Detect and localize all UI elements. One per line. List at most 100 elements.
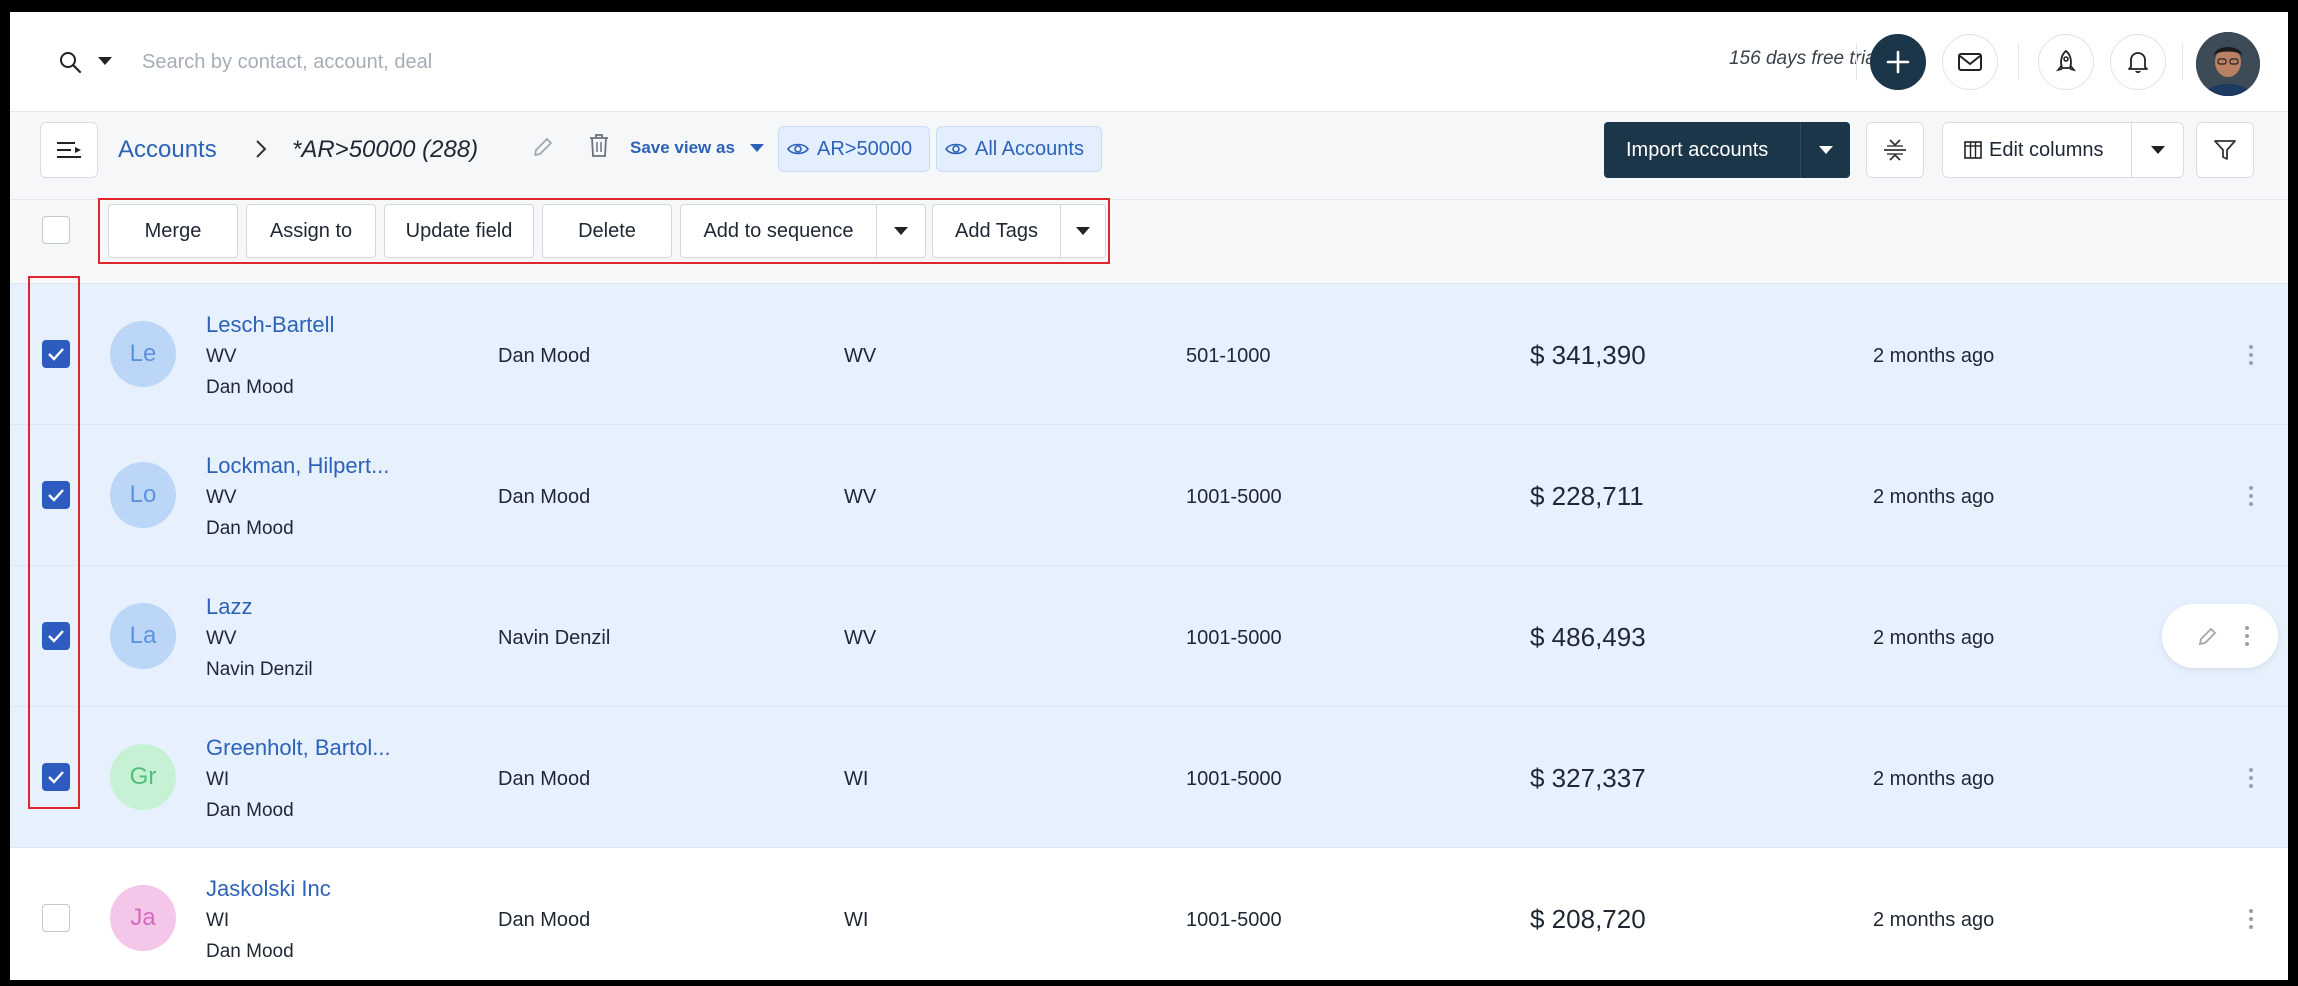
chevron-down-icon[interactable] xyxy=(750,144,764,152)
import-accounts-button[interactable]: Import accounts xyxy=(1604,122,1850,178)
row-density-button[interactable] xyxy=(1866,122,1924,178)
merge-button[interactable]: Merge xyxy=(108,204,238,258)
bell-icon xyxy=(2128,52,2148,74)
account-name-link[interactable]: Lazz xyxy=(206,594,252,620)
columns-icon xyxy=(1964,141,1982,159)
notifications-button[interactable] xyxy=(2110,34,2166,90)
owner-cell: Dan Mood xyxy=(498,486,591,508)
view-title: *AR>50000 (288) xyxy=(292,136,479,163)
company-size-cell: 1001-5000 xyxy=(1186,768,1282,790)
more-options-icon[interactable] xyxy=(2246,342,2256,368)
import-accounts-label: Import accounts xyxy=(1626,138,1769,161)
chevron-down-icon xyxy=(1818,146,1833,154)
save-view-as-button[interactable]: Save view as xyxy=(630,138,735,158)
owner-cell: Dan Mood xyxy=(498,768,591,790)
edit-columns-label: Edit columns xyxy=(1989,138,2104,161)
view-chip-all-accounts[interactable]: All Accounts xyxy=(936,126,1102,172)
select-all-checkbox[interactable] xyxy=(42,216,70,244)
owner-cell: Navin Denzil xyxy=(498,627,611,649)
search-scope-caret-icon[interactable] xyxy=(98,57,112,65)
state-cell: WV xyxy=(844,627,877,649)
state-cell: WV xyxy=(844,486,877,508)
more-options-icon[interactable] xyxy=(2246,765,2256,791)
state-cell: WV xyxy=(844,345,877,367)
view-chip-ar50000[interactable]: AR>50000 xyxy=(778,126,930,172)
view-chip-label: AR>50000 xyxy=(817,137,913,160)
account-state: WI xyxy=(206,910,230,931)
avatar-initials: Gr xyxy=(129,763,157,790)
account-avatar: Le xyxy=(110,321,176,387)
filter-button[interactable] xyxy=(2196,122,2254,178)
account-name-link[interactable]: Jaskolski Inc xyxy=(206,876,331,902)
account-name-link[interactable]: Lesch-Bartell xyxy=(206,312,334,338)
avatar-initials: Le xyxy=(129,340,157,367)
getting-started-button[interactable] xyxy=(2038,34,2094,90)
account-state: WV xyxy=(206,628,237,649)
more-options-icon[interactable] xyxy=(2246,906,2256,932)
edit-columns-dropdown[interactable] xyxy=(2131,123,2183,177)
account-owner-subtext: Dan Mood xyxy=(206,941,294,962)
table-row[interactable]: Gr Greenholt, Bartol... WI Dan Mood Dan … xyxy=(10,707,2288,848)
table-row[interactable]: Lo Lockman, Hilpert... WV Dan Mood Dan M… xyxy=(10,425,2288,566)
add-to-sequence-button[interactable]: Add to sequence xyxy=(680,204,926,258)
owner-cell: Dan Mood xyxy=(498,345,591,367)
toggle-sidebar-button[interactable] xyxy=(40,122,98,178)
last-activity-cell: 2 months ago xyxy=(1873,627,1995,649)
chevron-down-icon xyxy=(1076,227,1090,235)
trash-icon[interactable] xyxy=(586,132,612,160)
eye-icon xyxy=(945,143,967,155)
avatar-initials: Lo xyxy=(129,481,157,508)
eye-icon xyxy=(787,143,809,155)
inbox-button[interactable] xyxy=(1942,34,1998,90)
assign-to-button[interactable]: Assign to xyxy=(246,204,376,258)
account-state: WV xyxy=(206,346,237,367)
account-name-link[interactable]: Lockman, Hilpert... xyxy=(206,453,389,479)
table-row[interactable]: Ja Jaskolski Inc WI Dan Mood Dan Mood WI… xyxy=(10,848,2288,980)
arr-cell: $ 341,390 xyxy=(1530,340,1646,370)
view-chip-label: All Accounts xyxy=(975,137,1084,160)
import-options-dropdown[interactable] xyxy=(1800,122,1850,178)
last-activity-cell: 2 months ago xyxy=(1873,909,1995,931)
chevron-right-icon xyxy=(256,140,267,158)
more-options-icon[interactable] xyxy=(2246,483,2256,509)
company-size-cell: 501-1000 xyxy=(1186,345,1271,367)
add-tags-label: Add Tags xyxy=(933,205,1061,257)
arr-cell: $ 208,720 xyxy=(1530,904,1646,934)
add-to-sequence-dropdown[interactable] xyxy=(877,205,925,257)
last-activity-cell: 2 months ago xyxy=(1873,486,1995,508)
pencil-icon[interactable] xyxy=(530,134,556,160)
trial-status-text: 156 days free trial xyxy=(1728,48,1880,69)
account-avatar: Gr xyxy=(110,744,176,810)
delete-button[interactable]: Delete xyxy=(542,204,672,258)
account-avatar: La xyxy=(110,603,176,669)
add-tags-button[interactable]: Add Tags xyxy=(932,204,1106,258)
divider xyxy=(2182,44,2183,80)
rocket-icon xyxy=(2055,49,2077,72)
more-options-icon[interactable] xyxy=(2242,623,2252,649)
arr-cell: $ 327,337 xyxy=(1530,763,1646,793)
global-search-input[interactable] xyxy=(142,42,842,82)
collapse-rows-icon xyxy=(1884,139,1906,161)
account-owner-subtext: Dan Mood xyxy=(206,518,294,539)
edit-columns-button[interactable]: Edit columns xyxy=(1942,122,2184,178)
breadcrumb-accounts-link[interactable]: Accounts xyxy=(118,136,217,164)
top-bar: 156 days free trial xyxy=(10,12,2288,112)
add-tags-dropdown[interactable] xyxy=(1061,205,1105,257)
pencil-icon[interactable] xyxy=(2196,624,2220,648)
filter-icon xyxy=(2214,140,2236,160)
create-new-button[interactable] xyxy=(1870,34,1926,90)
table-row[interactable]: Le Lesch-Bartell WV Dan Mood Dan Mood WV… xyxy=(10,284,2288,425)
table-row[interactable]: La Lazz WV Navin Denzil Navin Denzil WV … xyxy=(10,566,2288,707)
avatar-initials: Ja xyxy=(130,904,156,931)
user-avatar[interactable] xyxy=(2196,32,2260,96)
arr-cell: $ 486,493 xyxy=(1530,622,1646,652)
row-checkbox[interactable] xyxy=(42,904,70,932)
account-name-link[interactable]: Greenholt, Bartol... xyxy=(206,735,391,761)
account-avatar: Lo xyxy=(110,462,176,528)
account-state: WI xyxy=(206,769,230,790)
company-size-cell: 1001-5000 xyxy=(1186,627,1282,649)
update-field-button[interactable]: Update field xyxy=(384,204,534,258)
search-icon[interactable] xyxy=(58,50,84,76)
chevron-down-icon xyxy=(894,227,908,235)
avatar-initials: La xyxy=(129,622,157,649)
